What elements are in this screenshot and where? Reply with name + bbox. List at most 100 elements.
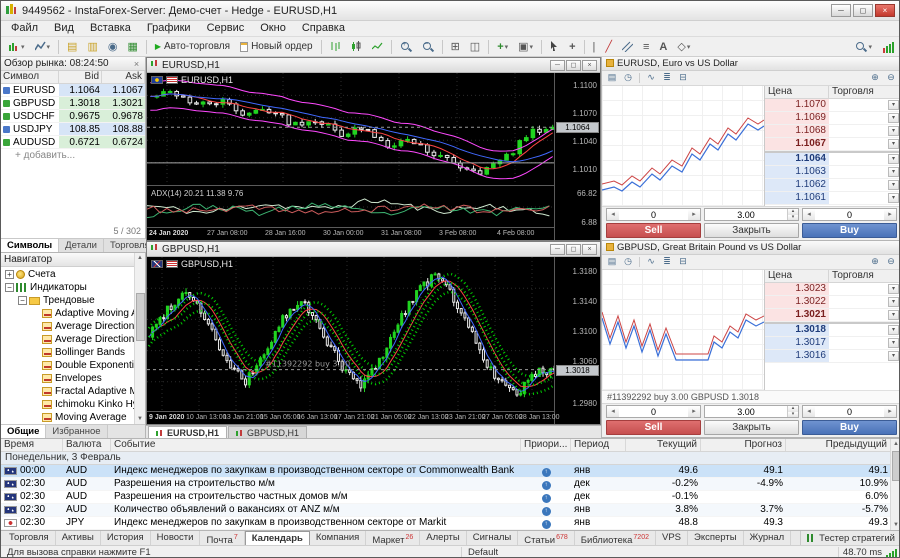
autotrade-button[interactable]: ▶Авто-торговля [151, 38, 234, 55]
close-button[interactable]: × [582, 244, 597, 255]
volume-stepper[interactable]: 3.00▴▾ [704, 405, 799, 418]
price-pane[interactable] [147, 73, 554, 185]
sell-button[interactable]: Sell [606, 420, 701, 435]
alert-icon[interactable]: ◷ [621, 255, 635, 268]
tree-item[interactable]: −Трендовые [1, 294, 145, 307]
tick-chart-icon[interactable]: ∿ [644, 71, 658, 84]
tree-expander[interactable]: − [18, 296, 27, 305]
chart-bars-button[interactable] [326, 38, 345, 55]
objects-button[interactable]: ◇▾ [673, 38, 694, 55]
ladder-row-ask[interactable]: 1.1067▾ [765, 138, 900, 151]
chevron-down-icon[interactable]: ▾ [888, 139, 899, 149]
ladder-trade-cell[interactable]: ▾ [829, 192, 900, 204]
terminal-tab-Компания[interactable]: Компания [310, 531, 366, 545]
minimize-button[interactable]: ─ [550, 60, 565, 71]
indicators-button[interactable]: +▾ [493, 38, 512, 55]
ladder-row-bid[interactable]: 1.1062▾ [765, 179, 900, 192]
ladder-trade-cell[interactable]: ▾ [829, 296, 900, 308]
tile-windows-button[interactable]: ⊞ [447, 38, 464, 55]
zoom-in-icon[interactable]: ⊕ [868, 71, 882, 84]
sl-stepper[interactable]: ◂0▸ [606, 405, 701, 418]
new-chart-button[interactable]: ▾ [5, 38, 29, 55]
close-position-button[interactable]: Закрыть [704, 420, 799, 435]
ladder-row-ask[interactable]: 1.3022▾ [765, 296, 900, 309]
calendar-row[interactable]: 02:30JPYИндекс менеджеров по закупкам в … [1, 517, 900, 530]
ladder-row-ask[interactable]: 1.3023▾ [765, 283, 900, 296]
chevron-down-icon[interactable]: ▾ [888, 297, 899, 307]
minimize-button[interactable]: ─ [550, 244, 565, 255]
market-watch-row[interactable]: AUDUSD0.67210.6724 [1, 136, 145, 149]
order-book-icon[interactable]: ▤ [605, 255, 619, 268]
tick-chart[interactable] [602, 270, 765, 390]
tick-chart[interactable] [602, 86, 765, 206]
menu-item-Вставка[interactable]: Вставка [82, 21, 139, 36]
fibonacci-button[interactable]: ≡ [639, 38, 653, 55]
connection-status[interactable]: 48.70 ms [838, 547, 900, 558]
ladder-row-ask[interactable]: 1.3021▾ [765, 309, 900, 322]
ladder-trade-cell[interactable]: ▾ [829, 112, 900, 124]
chart-window-titlebar[interactable]: GBPUSD,H1 ─ ◻ × [147, 242, 600, 257]
volume-stepper[interactable]: 3.00▴▾ [704, 208, 799, 221]
chevron-down-icon[interactable]: ▾ [888, 325, 899, 335]
chart-line-button[interactable] [368, 38, 387, 55]
zoom-out-icon[interactable]: ⊖ [884, 255, 898, 268]
tree-item[interactable]: Moving Average [1, 411, 145, 424]
ladder-row-bid[interactable]: 1.1063▾ [765, 166, 900, 179]
terminal-tab-Торговля[interactable]: Торговля [3, 531, 56, 545]
close-button[interactable]: × [582, 60, 597, 71]
chevron-down-icon[interactable]: ▾ [888, 167, 899, 177]
market-watch-toggle[interactable]: ▤ [63, 38, 81, 55]
tree-item[interactable]: Adaptive Moving Av [1, 307, 145, 320]
zoom-in-button[interactable]: + [396, 38, 416, 55]
trade-widget-header[interactable]: EURUSD, Euro vs US Dollar [602, 57, 900, 71]
order-book-icon[interactable]: ▤ [605, 71, 619, 84]
market-watch-row[interactable]: EURUSD1.10641.1067 [1, 84, 145, 97]
scroll-thumb[interactable] [892, 451, 900, 481]
vertical-line-button[interactable]: | [589, 38, 600, 55]
tab-details[interactable]: Детали [59, 239, 104, 252]
search-button[interactable]: ▾ [851, 39, 876, 56]
ladder-trade-cell[interactable]: ▾ [829, 166, 900, 178]
tp-stepper[interactable]: ◂0▸ [802, 208, 897, 221]
minimize-button[interactable]: ─ [831, 4, 851, 17]
ladder-row-ask[interactable]: 1.1069▾ [765, 112, 900, 125]
ladder-trade-cell[interactable]: ▾ [829, 324, 900, 336]
ladder-row-ask[interactable]: 1.1070▾ [765, 99, 900, 112]
new-order-button[interactable]: Новый ордер [236, 38, 317, 55]
buy-button[interactable]: Buy [802, 223, 897, 238]
tree-item[interactable]: −Индикаторы [1, 281, 145, 294]
depth-icon[interactable]: ≣ [660, 71, 674, 84]
tree-expander[interactable]: + [5, 270, 14, 279]
menu-item-Файл[interactable]: Файл [3, 21, 46, 36]
terminal-tab-История[interactable]: История [101, 531, 151, 545]
price-scale[interactable]: 1.11001.10701.10401.101066.826.881.1064 [554, 73, 600, 240]
calendar-row[interactable]: 00:00AUDИндекс менеджеров по закупкам в … [1, 465, 900, 478]
chart-window-eurusd[interactable]: EURUSD,H1 ─ ◻ × EURUSD,H1 [146, 57, 601, 241]
tick-chart-icon[interactable]: ∿ [644, 255, 658, 268]
trade-widget-header[interactable]: GBPUSD, Great Britain Pound vs US Dollar [602, 241, 900, 255]
time-axis[interactable]: 9 Jan 202010 Jan 13:0013 Jan 21:0015 Jan… [147, 411, 554, 424]
chart-candles-button[interactable] [347, 38, 366, 55]
menu-item-Окно[interactable]: Окно [252, 21, 294, 36]
terminal-tab-Журнал[interactable]: Журнал [744, 531, 792, 545]
tree-item[interactable]: Average Directional [1, 320, 145, 333]
one-click-icon[interactable]: ⊟ [676, 71, 690, 84]
restore-button[interactable]: ◻ [566, 244, 581, 255]
restore-button[interactable]: ◻ [566, 60, 581, 71]
ladder-trade-cell[interactable]: ▾ [829, 153, 900, 165]
tree-item[interactable]: Double Exponential [1, 359, 145, 372]
chevron-down-icon[interactable]: ▾ [888, 310, 899, 320]
chart-tab-gbpusd[interactable]: GBPUSD,H1 [228, 426, 307, 438]
market-watch-header[interactable]: Обзор рынка: 08:24:50 × [1, 57, 145, 71]
terminal-tab-Эксперты[interactable]: Эксперты [688, 531, 744, 545]
menu-item-Справка[interactable]: Справка [294, 21, 353, 36]
market-watch-row[interactable]: GBPUSD1.30181.3021 [1, 97, 145, 110]
sell-button[interactable]: Sell [606, 223, 701, 238]
terminal-tab-Сигналы[interactable]: Сигналы [467, 531, 519, 545]
calendar-scrollbar[interactable]: ▲▼ [890, 439, 900, 530]
cascade-windows-button[interactable]: ◫ [466, 38, 484, 55]
maximize-button[interactable]: ◻ [853, 4, 873, 17]
tab-favorites[interactable]: Избранное [46, 425, 107, 438]
chevron-down-icon[interactable]: ▾ [888, 338, 899, 348]
tree-item[interactable]: Average Directional [1, 333, 145, 346]
